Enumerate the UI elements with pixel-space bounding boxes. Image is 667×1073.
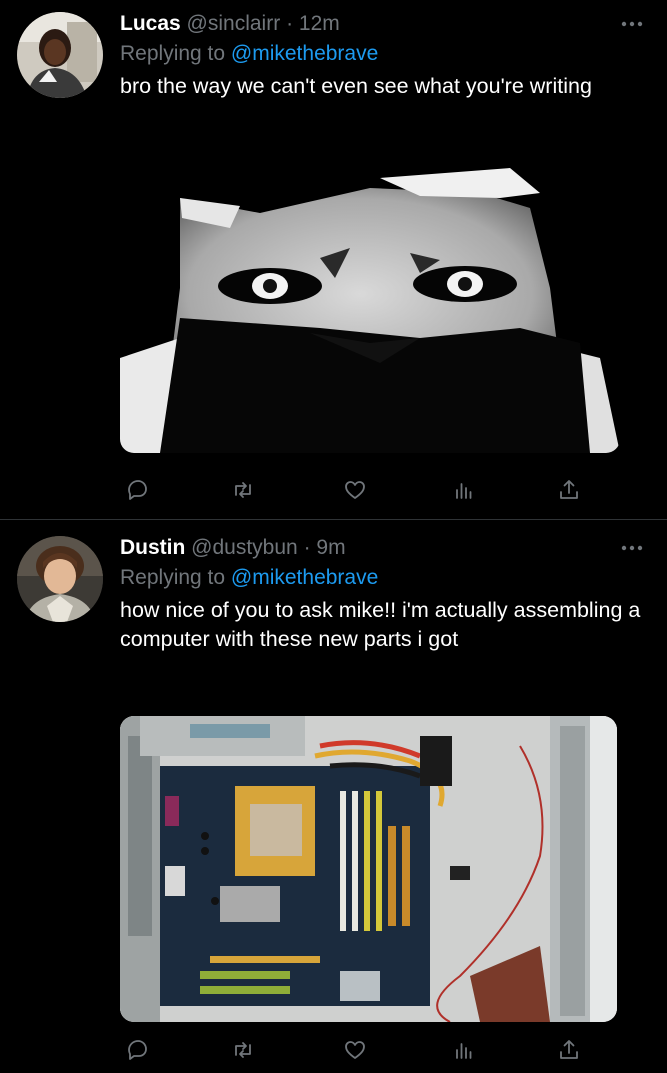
avatar-image	[17, 12, 103, 98]
reply-button[interactable]	[120, 1035, 154, 1065]
retweet-button[interactable]	[226, 475, 260, 505]
reply-button[interactable]	[120, 475, 154, 505]
separator: ·	[286, 12, 294, 35]
avatar[interactable]	[17, 536, 103, 622]
tweet-text: how nice of you to ask mike!! i'm actual…	[120, 598, 641, 651]
share-icon	[560, 1040, 578, 1059]
computer-case-image	[120, 716, 617, 1022]
heart-icon	[345, 1041, 365, 1059]
views-icon	[456, 1043, 472, 1059]
replying-to: Replying to @mikethebrave	[120, 564, 647, 592]
tweet-actions	[120, 1035, 590, 1065]
heart-icon	[345, 481, 365, 499]
tweet-media[interactable]	[120, 168, 620, 453]
user-handle[interactable]: @dustybun	[191, 536, 298, 559]
tweet-header: Dustin @dustybun · 9m	[120, 534, 647, 562]
retweet-button[interactable]	[226, 1035, 260, 1065]
timestamp[interactable]: 12m	[299, 12, 340, 35]
avatar-image	[17, 536, 103, 622]
retweet-icon	[235, 482, 251, 498]
share-button[interactable]	[552, 1035, 586, 1065]
retweet-icon	[235, 1042, 251, 1058]
tweet[interactable]: Lucas @sinclairr · 12m Replying to @mike…	[0, 0, 667, 520]
user-handle[interactable]: @sinclairr	[187, 12, 281, 35]
display-name[interactable]: Dustin	[120, 536, 185, 559]
display-name[interactable]: Lucas	[120, 12, 181, 35]
replying-to: Replying to @mikethebrave	[120, 40, 647, 68]
tweet-text: bro the way we can't even see what you'r…	[120, 74, 592, 98]
tweet-content: Lucas @sinclairr · 12m Replying to @mike…	[120, 10, 647, 101]
like-button[interactable]	[338, 475, 372, 505]
timestamp[interactable]: 9m	[316, 536, 345, 559]
tweet-header: Lucas @sinclairr · 12m	[120, 10, 647, 38]
share-icon	[560, 480, 578, 499]
tweet[interactable]: Dustin @dustybun · 9m Replying to @miket…	[0, 520, 667, 1073]
reply-icon	[128, 480, 147, 500]
avatar[interactable]	[17, 12, 103, 98]
like-button[interactable]	[338, 1035, 372, 1065]
separator: ·	[303, 536, 311, 559]
tweet-actions	[120, 475, 590, 505]
views-icon	[456, 483, 472, 499]
replying-to-label: Replying to	[120, 566, 226, 589]
tweet-content: Dustin @dustybun · 9m Replying to @miket…	[120, 534, 647, 654]
mention-link[interactable]: @mikethebrave	[231, 42, 378, 65]
reply-icon	[128, 1040, 147, 1060]
views-button[interactable]	[447, 475, 481, 505]
more-horizontal-icon[interactable]	[619, 540, 645, 551]
cat-meme-image	[120, 168, 620, 453]
more-horizontal-icon[interactable]	[619, 16, 645, 27]
mention-link[interactable]: @mikethebrave	[231, 566, 378, 589]
tweet-media[interactable]	[120, 716, 617, 1022]
share-button[interactable]	[552, 475, 586, 505]
views-button[interactable]	[447, 1035, 481, 1065]
replying-to-label: Replying to	[120, 42, 226, 65]
